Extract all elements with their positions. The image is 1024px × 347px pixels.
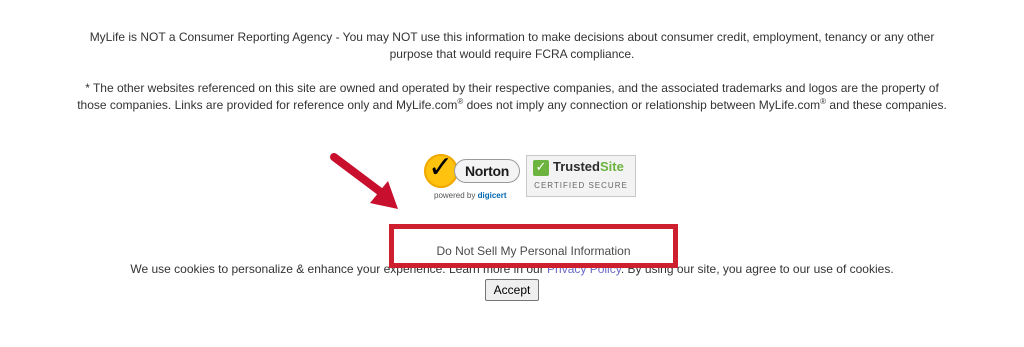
norton-badge[interactable]: ✓ Norton powered by digicert <box>424 150 521 205</box>
accept-button-wrapper: Accept <box>0 279 1024 301</box>
checkmark-icon: ✓ <box>533 160 549 176</box>
fcra-disclaimer-text: MyLife is NOT a Consumer Reporting Agenc… <box>89 30 935 61</box>
digicert-label: digicert <box>477 191 507 200</box>
red-arrow-icon <box>330 153 398 209</box>
trusted-site-badge[interactable]: ✓ TrustedSite CERTIFIED SECURE <box>526 155 636 197</box>
trusted-label: Trusted <box>553 159 600 174</box>
trademark-text-2: does not imply any connection or relatio… <box>463 98 821 112</box>
trusted-site-logo-text: TrustedSite <box>553 159 624 174</box>
trademark-text-3: and these companies. <box>826 98 947 112</box>
accept-cookies-button[interactable]: Accept <box>484 279 540 301</box>
site-label: Site <box>599 159 624 174</box>
powered-by-label: powered by <box>434 191 476 200</box>
trademark-disclaimer-text: * The other websites referenced on this … <box>72 80 952 114</box>
fcra-disclaimer: MyLife is NOT a Consumer Reporting Agenc… <box>0 29 1024 63</box>
checkmark-icon: ✓ <box>428 150 454 185</box>
certified-secure-label: CERTIFIED SECURE <box>534 181 628 190</box>
norton-logo-text: Norton <box>454 159 520 183</box>
norton-seal-icon: ✓ <box>424 150 458 188</box>
do-not-sell-highlight-box: Do Not Sell My Personal Information <box>389 224 678 268</box>
norton-powered-by: powered by digicert <box>434 191 507 200</box>
trademark-disclaimer: * The other websites referenced on this … <box>0 80 1024 114</box>
do-not-sell-link[interactable]: Do Not Sell My Personal Information <box>394 243 673 259</box>
